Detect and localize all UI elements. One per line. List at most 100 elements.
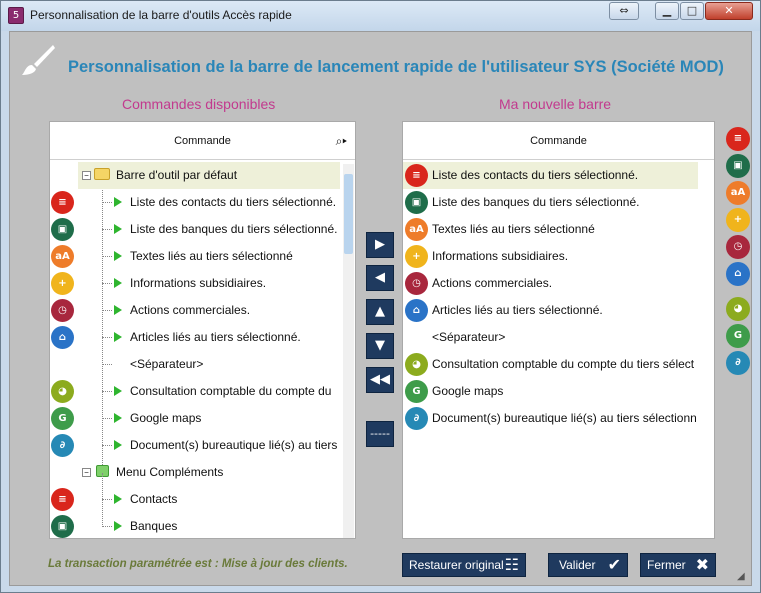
accounting-icon[interactable]: ◕ — [726, 297, 750, 321]
text-icon[interactable]: aA — [726, 181, 750, 205]
command-item[interactable]: Actions commerciales. — [130, 297, 340, 324]
move-up-button[interactable]: ▲ — [366, 299, 394, 325]
bar-item-label: Liste des contacts du tiers sélectionné. — [432, 168, 639, 182]
close-x-icon: ✖ — [695, 557, 709, 574]
dialog-body: Personnalisation de la barre de lancemen… — [9, 31, 752, 586]
remove-button[interactable]: ◀ — [366, 265, 394, 291]
basket-icon: ⌂ — [405, 299, 428, 322]
column-header: Commande ⌕▸ — [50, 122, 355, 160]
new-bar-list[interactable]: Commande ≡ Liste des contacts du tiers sé… — [402, 121, 715, 539]
play-icon — [114, 251, 122, 261]
command-item[interactable]: Informations subsidiaires. — [130, 270, 340, 297]
command-item[interactable]: Liste des banques du tiers sélectionné. — [130, 216, 340, 243]
move-down-button[interactable]: ▼ — [366, 333, 394, 359]
alarm-icon[interactable]: ◷ — [726, 235, 750, 259]
contacts-icon: ≡ — [51, 191, 74, 214]
basket-icon: ⌂ — [51, 326, 74, 349]
command-item[interactable]: <Séparateur> — [130, 351, 340, 378]
restore-original-label: Restaurer original — [409, 558, 504, 572]
play-icon — [114, 224, 122, 234]
basket-icon[interactable]: ⌂ — [726, 262, 750, 286]
left-scrollbar[interactable] — [343, 164, 354, 538]
attachment-icon: ∂ — [51, 434, 74, 457]
play-icon — [114, 521, 122, 531]
bar-item-label: Informations subsidiaires. — [432, 249, 569, 263]
maps-icon[interactable]: G — [726, 324, 750, 348]
minimize-icon[interactable]: ▁ — [655, 2, 679, 20]
command-item[interactable]: Textes liés au tiers sélectionné — [130, 243, 340, 270]
folder-icon — [94, 168, 110, 180]
validate-label: Valider — [559, 558, 596, 572]
collapse-icon[interactable]: − — [82, 171, 91, 180]
accounting-icon: ◕ — [405, 353, 428, 376]
command-item[interactable]: Google maps — [130, 405, 340, 432]
search-icon[interactable]: ⌕▸ — [336, 122, 347, 160]
page-heading: Personnalisation de la barre de lancemen… — [68, 58, 724, 76]
contacts-icon: ≡ — [405, 164, 428, 187]
play-icon — [114, 197, 122, 207]
play-icon — [114, 413, 122, 423]
command-item[interactable]: Liste des contacts du tiers sélectionné. — [130, 189, 340, 216]
text-icon: aA — [51, 245, 74, 268]
column-header: Commande — [403, 122, 714, 160]
bar-item-label: Consultation comptable du compte du tier… — [432, 357, 695, 371]
command-item[interactable]: Document(s) bureautique lié(s) au tiers — [130, 432, 340, 459]
bar-item-label: Document(s) bureautique lié(s) au tiers … — [432, 411, 696, 425]
bar-item-label: Liste des banques du tiers sélectionné. — [432, 195, 640, 209]
play-icon — [114, 305, 122, 315]
restore-size-icon[interactable]: ⇔ — [609, 2, 639, 20]
checkmark-icon: ✔ — [607, 557, 621, 574]
command-item[interactable]: Articles liés au tiers sélectionné. — [130, 324, 340, 351]
bank-icon: ▣ — [51, 218, 74, 241]
play-icon — [114, 278, 122, 288]
text-icon: aA — [405, 218, 428, 241]
available-commands-title: Commandes disponibles — [122, 96, 276, 112]
collapse-icon[interactable]: − — [82, 468, 91, 477]
tree-group-complements[interactable]: − Menu Compléments — [78, 459, 340, 486]
app-icon: 5 — [8, 7, 24, 24]
info-icon: + — [51, 272, 74, 295]
tree-group-default-toolbar[interactable]: − Barre d'outil par défaut — [78, 162, 340, 189]
bar-item-label: Textes liés au tiers sélectionné — [432, 222, 595, 236]
restore-original-button[interactable]: Restaurer original ☷ — [402, 553, 526, 577]
new-bar-title: Ma nouvelle barre — [499, 96, 612, 112]
resize-grip-icon[interactable]: ◢ — [737, 571, 749, 583]
alarm-icon: ◷ — [51, 299, 74, 322]
dialog-window: 5 Personnalisation de la barre d'outils … — [0, 0, 761, 593]
play-icon — [114, 440, 122, 450]
contacts-icon[interactable]: ≡ — [726, 127, 750, 151]
bank-icon: ▣ — [51, 515, 74, 538]
play-icon — [114, 332, 122, 342]
add-button[interactable]: ▶ — [366, 232, 394, 258]
transaction-status: La transaction paramétrée est : Mise à j… — [48, 558, 348, 570]
attachment-icon[interactable]: ∂ — [726, 351, 750, 375]
column-header-label: Commande — [174, 135, 231, 147]
column-header-label: Commande — [530, 135, 587, 147]
close-button[interactable]: Fermer ✖ — [640, 553, 716, 577]
available-commands-list[interactable]: Commande ⌕▸ − Barre d'outil par défaut ≡… — [49, 121, 356, 539]
alarm-icon: ◷ — [405, 272, 428, 295]
attachment-icon: ∂ — [405, 407, 428, 430]
validate-button[interactable]: Valider ✔ — [548, 553, 628, 577]
bank-icon: ▣ — [405, 191, 428, 214]
brush-icon — [22, 45, 55, 75]
bar-item-label: Articles liés au tiers sélectionné. — [432, 303, 603, 317]
bar-item-label: <Séparateur> — [432, 330, 506, 344]
play-icon — [114, 386, 122, 396]
close-label: Fermer — [647, 558, 686, 572]
remove-all-button[interactable]: ◀◀ — [366, 367, 394, 393]
close-icon[interactable]: ✕ — [705, 2, 753, 20]
command-item[interactable]: Consultation comptable du compte du — [130, 378, 340, 405]
tree-group-label: Menu Compléments — [116, 465, 224, 479]
command-item[interactable]: Contacts — [130, 486, 340, 513]
add-separator-button[interactable]: ----- — [366, 421, 394, 447]
maximize-icon[interactable]: □ — [680, 2, 704, 20]
play-icon — [114, 494, 122, 504]
bank-icon[interactable]: ▣ — [726, 154, 750, 178]
tree-group-label: Barre d'outil par défaut — [116, 168, 238, 182]
command-item[interactable]: Banques — [130, 513, 340, 540]
contacts-icon: ≡ — [51, 488, 74, 511]
info-icon[interactable]: + — [726, 208, 750, 232]
title-bar: 5 Personnalisation de la barre d'outils … — [1, 1, 760, 31]
bar-item-label: Actions commerciales. — [432, 276, 553, 290]
